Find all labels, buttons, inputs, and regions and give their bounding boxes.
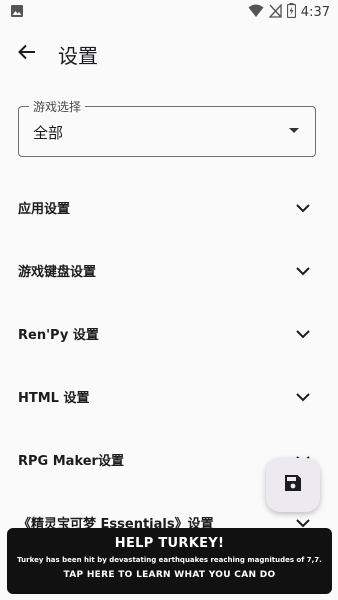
arrow-back-icon: [18, 43, 36, 65]
section-html-settings[interactable]: HTML 设置: [0, 365, 338, 428]
help-turkey-banner[interactable]: HELP TURKEY! Turkey has been hit by deva…: [7, 528, 332, 594]
chevron-down-icon: [296, 198, 310, 217]
chevron-down-icon: [296, 261, 310, 280]
banner-cta-link[interactable]: TAP HERE TO LEARN WHAT YOU CAN DO: [7, 570, 332, 580]
section-label: HTML 设置: [18, 391, 90, 406]
no-signal-icon: [268, 2, 282, 22]
image-notification-icon: [10, 3, 24, 22]
app-bar: 设置: [0, 28, 338, 80]
wifi-icon: [248, 3, 264, 22]
section-label: Ren'Py 设置: [18, 328, 99, 343]
game-select-value: 全部: [33, 124, 64, 142]
section-app-settings[interactable]: 应用设置: [0, 176, 338, 239]
save-icon: [284, 474, 302, 496]
section-label: RPG Maker设置: [18, 454, 124, 469]
section-renpy-settings[interactable]: Ren'Py 设置: [0, 302, 338, 365]
banner-title: HELP TURKEY!: [114, 536, 225, 551]
status-bar: 4:37: [0, 0, 338, 24]
chevron-down-icon: [296, 324, 310, 343]
section-game-keyboard-settings[interactable]: 游戏键盘设置: [0, 239, 338, 302]
game-select-dropdown[interactable]: 游戏选择 全部: [18, 98, 316, 157]
banner-text: Turkey has been hit by devastating earth…: [17, 556, 322, 564]
section-label: 游戏键盘设置: [18, 265, 97, 280]
dropdown-arrow-icon: [289, 128, 299, 133]
page-title: 设置: [58, 43, 98, 68]
game-select-label: 游戏选择: [29, 98, 86, 115]
status-time: 4:37: [300, 4, 330, 20]
section-label: 应用设置: [18, 202, 71, 217]
back-button[interactable]: [2, 29, 52, 79]
chevron-down-icon: [296, 387, 310, 406]
save-button[interactable]: [266, 458, 320, 512]
battery-charging-icon: [286, 2, 296, 22]
